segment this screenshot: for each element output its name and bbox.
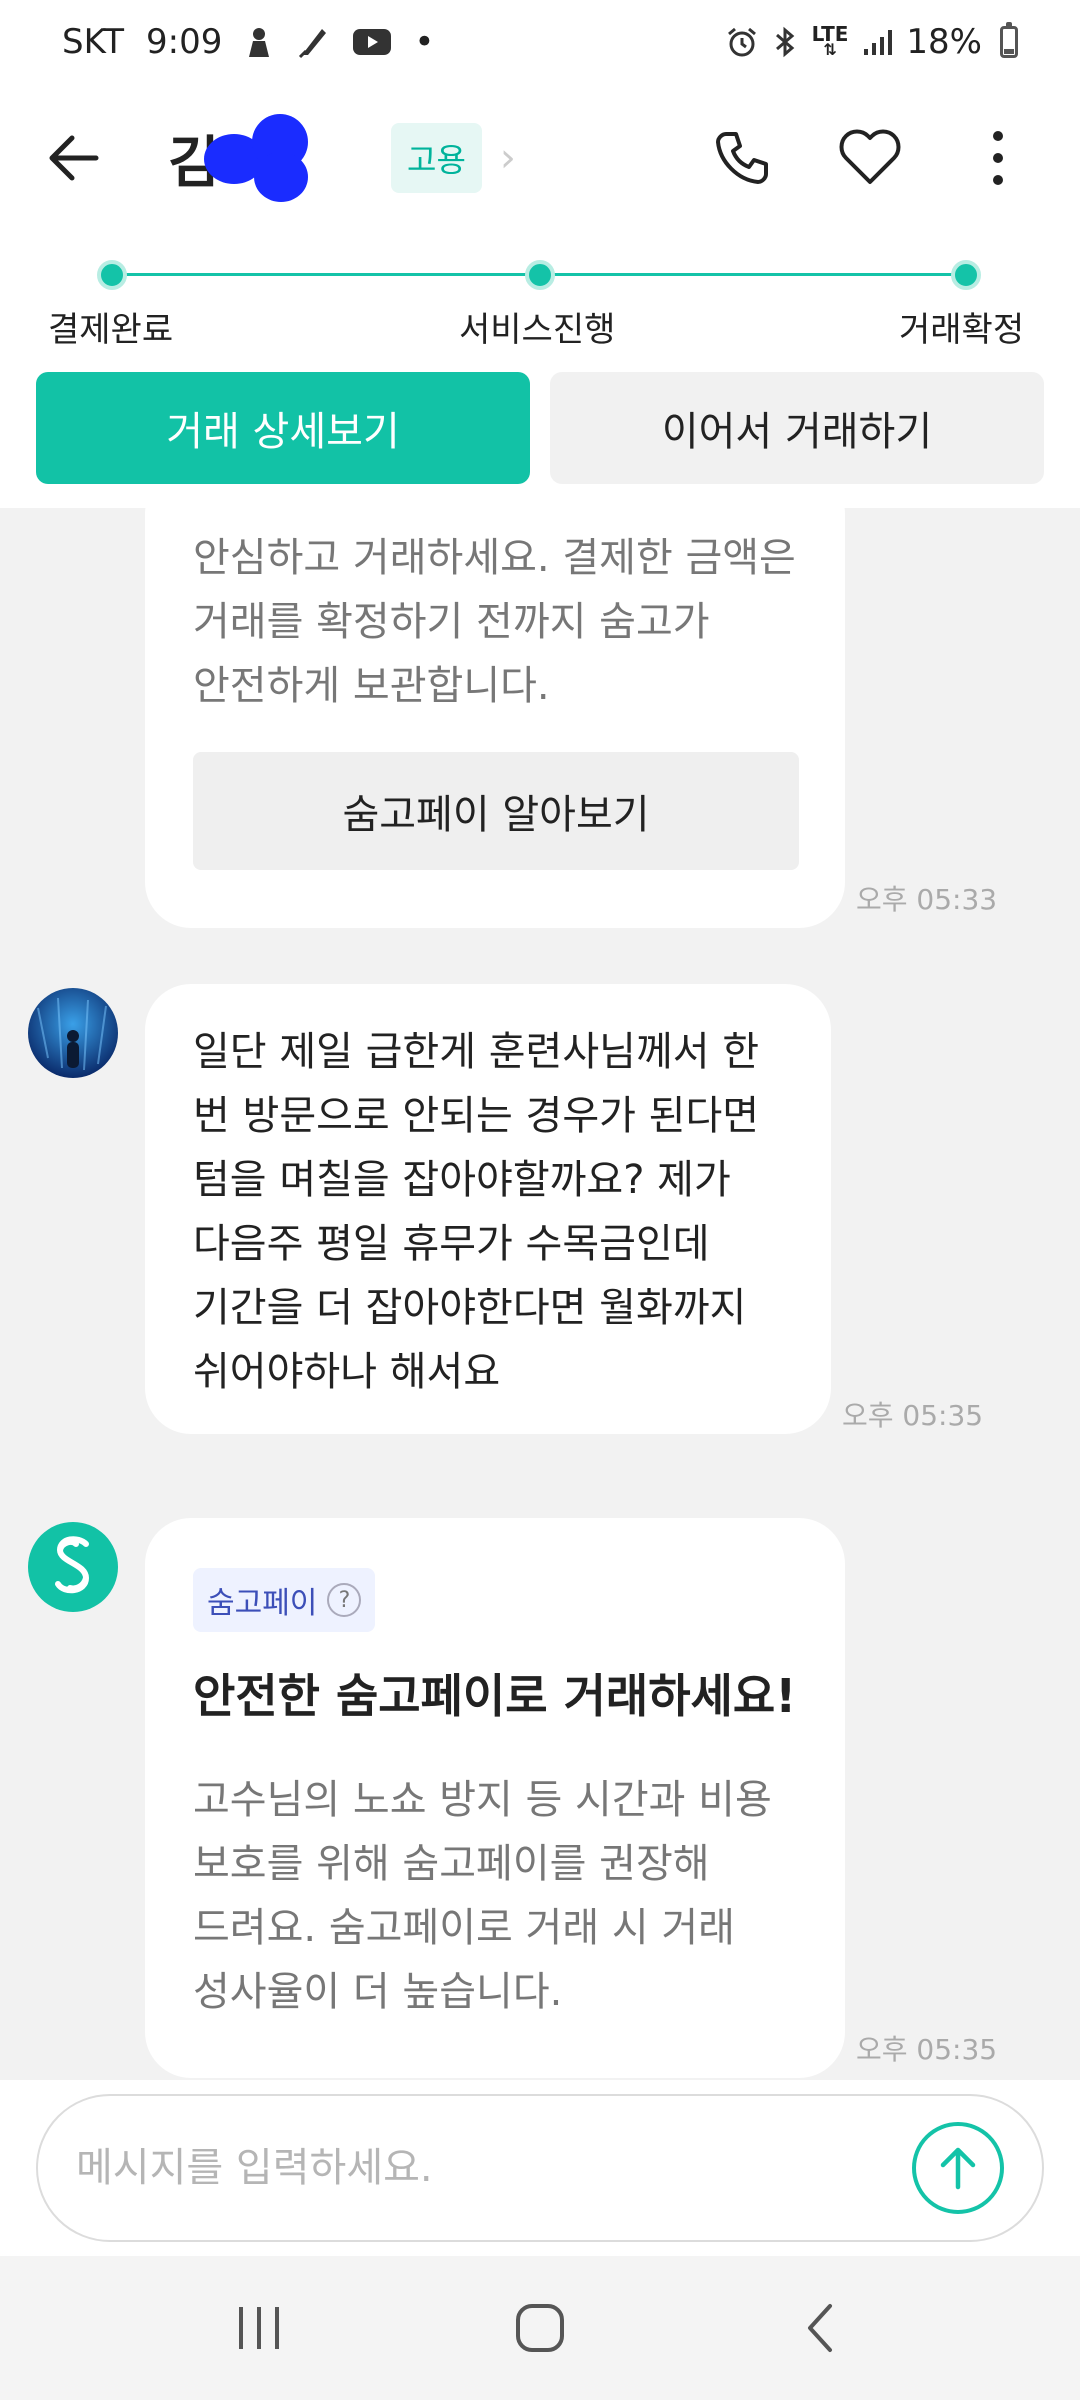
carrier-label: SKT bbox=[62, 22, 125, 62]
deal-progress: 결제완료 서비스진행 거래확정 bbox=[0, 240, 1080, 350]
message-bubble-soomgo-pay-info: 안심하고 거래하세요. 결제한 금액은 거래를 확정하기 전까지 숨고가 안전하… bbox=[145, 508, 845, 928]
message-text: 안심하고 거래하세요. 결제한 금액은 거래를 확정하기 전까지 숨고가 안전하… bbox=[193, 526, 796, 718]
clock: 9:09 bbox=[146, 22, 223, 62]
recent-apps-icon bbox=[239, 2307, 279, 2349]
continue-deal-button[interactable]: 이어서 거래하기 bbox=[550, 372, 1044, 484]
message-line: 보호를 위해 숨고페이를 권장해 bbox=[193, 1841, 710, 1887]
message-line: 안전하게 보관합니다. bbox=[193, 663, 550, 709]
back-button[interactable] bbox=[44, 118, 124, 198]
alarm-icon bbox=[726, 26, 758, 58]
message-line: 다음주 평일 휴무가 수목금인데 bbox=[193, 1221, 710, 1267]
name-redaction bbox=[204, 113, 314, 202]
message-time: 오후 05:35 bbox=[856, 2033, 998, 2066]
chevron-right-icon[interactable]: › bbox=[500, 135, 516, 181]
phone-icon bbox=[716, 132, 768, 184]
header-actions bbox=[704, 120, 1036, 196]
message-line: 번 방문으로 안되는 경우가 된다면 bbox=[193, 1093, 760, 1139]
more-vertical-icon bbox=[993, 131, 1003, 185]
notification-dot: • bbox=[414, 22, 435, 62]
soomgo-logo-icon bbox=[55, 1536, 90, 1594]
message-line: 안심하고 거래하세요. 결제한 금액은 bbox=[193, 535, 796, 581]
message-bubble-user: 일단 제일 급한게 훈련사님께서 한 번 방문으로 안되는 경우가 된다면 텀을… bbox=[145, 984, 831, 1434]
message-line: 고수님의 노쇼 방지 등 시간과 비용 bbox=[193, 1777, 772, 1823]
usb-debug-icon bbox=[244, 25, 274, 59]
progress-step-payment: 결제완료 bbox=[48, 310, 174, 350]
message-line: 거래를 확정하기 전까지 숨고가 bbox=[193, 599, 710, 645]
recent-apps-button[interactable] bbox=[210, 2278, 310, 2378]
message-line: 성사율이 더 높습니다. bbox=[193, 1969, 563, 2015]
status-bar: SKT 9:09 • LTE ⇅ 18% bbox=[0, 0, 1080, 84]
message-line: 기간을 더 잡아야한다면 월화까지 bbox=[193, 1285, 747, 1331]
favorite-button[interactable] bbox=[832, 120, 908, 196]
more-button[interactable] bbox=[960, 120, 1036, 196]
message-text: 고수님의 노쇼 방지 등 시간과 비용 보호를 위해 숨고페이를 권장해 드려요… bbox=[193, 1768, 813, 2024]
lte-icon: LTE ⇅ bbox=[812, 24, 849, 59]
signal-icon bbox=[862, 27, 893, 57]
soomgo-avatar[interactable] bbox=[28, 1522, 118, 1612]
promo-content: 숨고페이 ? 안전한 숨고페이로 거래하세요! 고수님의 노쇼 방지 등 시간과… bbox=[193, 1568, 813, 2024]
battery-percent: 18% bbox=[906, 22, 982, 62]
progress-dot-2 bbox=[525, 260, 555, 290]
status-left: SKT 9:09 • bbox=[62, 22, 434, 62]
hire-badge: 고용 bbox=[391, 123, 482, 193]
status-right: LTE ⇅ 18% bbox=[726, 22, 1018, 62]
battery-icon bbox=[1000, 22, 1018, 58]
back-nav-button[interactable] bbox=[770, 2278, 870, 2378]
back-arrow-icon bbox=[49, 135, 99, 181]
deal-detail-button[interactable]: 거래 상세보기 bbox=[36, 372, 530, 484]
message-line: 드려요. 숨고페이로 거래 시 거래 bbox=[193, 1905, 735, 1951]
message-bubble-soomgo-pay-promo: 숨고페이 ? 안전한 숨고페이로 거래하세요! 고수님의 노쇼 방지 등 시간과… bbox=[145, 1518, 845, 2078]
aquarium-avatar-icon bbox=[28, 988, 118, 1078]
back-chevron-icon bbox=[808, 2304, 832, 2352]
message-line: 일단 제일 급한게 훈련사님께서 한 bbox=[193, 1029, 760, 1075]
progress-dot-1 bbox=[97, 260, 127, 290]
contact-name[interactable]: 김 bbox=[168, 113, 379, 202]
send-button[interactable] bbox=[912, 2122, 1004, 2214]
help-icon[interactable]: ? bbox=[327, 1583, 362, 1617]
quill-icon bbox=[296, 25, 330, 59]
soomgo-pay-tag-label: 숨고페이 bbox=[207, 1586, 318, 1621]
action-row: 거래 상세보기 이어서 거래하기 bbox=[36, 372, 1044, 484]
system-nav-bar bbox=[0, 2256, 1080, 2400]
arrow-up-icon bbox=[940, 2147, 976, 2190]
progress-dot-3 bbox=[951, 260, 981, 290]
message-time: 오후 05:35 bbox=[842, 1399, 984, 1432]
lte-arrows: ⇅ bbox=[823, 40, 837, 59]
heart-icon bbox=[839, 129, 901, 184]
youtube-icon bbox=[352, 27, 392, 57]
chat-area[interactable]: 안심하고 거래하세요. 결제한 금액은 거래를 확정하기 전까지 숨고가 안전하… bbox=[0, 508, 1080, 2080]
call-button[interactable] bbox=[704, 120, 780, 196]
message-input-box bbox=[36, 2094, 1044, 2242]
progress-step-service: 서비스진행 bbox=[459, 310, 616, 350]
chat-header: 김 고용 › bbox=[0, 84, 1080, 232]
promo-title: 안전한 숨고페이로 거래하세요! bbox=[193, 1669, 797, 1723]
home-button[interactable] bbox=[490, 2278, 590, 2378]
home-icon bbox=[516, 2304, 564, 2352]
message-line: 텀을 며칠을 잡아야할까요? 제가 bbox=[193, 1157, 731, 1203]
avatar[interactable] bbox=[28, 988, 118, 1078]
message-time: 오후 05:33 bbox=[856, 883, 998, 916]
message-input[interactable] bbox=[76, 2145, 912, 2191]
progress-step-confirm: 거래확정 bbox=[899, 310, 1025, 350]
soomgo-pay-tag[interactable]: 숨고페이 ? bbox=[193, 1568, 376, 1632]
message-input-bar bbox=[0, 2080, 1080, 2256]
message-text: 일단 제일 급한게 훈련사님께서 한 번 방문으로 안되는 경우가 된다면 텀을… bbox=[193, 1020, 759, 1404]
bluetooth-icon bbox=[772, 26, 798, 58]
message-line: 쉬어야하나 해서요 bbox=[193, 1349, 501, 1395]
learn-soomgo-pay-button[interactable]: 숨고페이 알아보기 bbox=[193, 752, 799, 870]
